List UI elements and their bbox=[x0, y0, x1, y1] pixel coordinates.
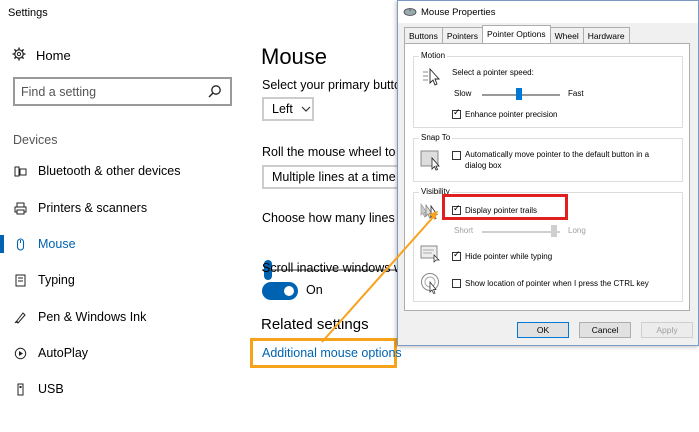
long-label: Long bbox=[568, 226, 586, 235]
primary-button-value: Left bbox=[272, 102, 293, 116]
sidebar-item-label: AutoPlay bbox=[38, 346, 89, 360]
sidebar-item-mouse[interactable]: Mouse bbox=[0, 229, 240, 259]
tab-hardware[interactable]: Hardware bbox=[582, 27, 630, 43]
speed-slider-thumb[interactable] bbox=[516, 88, 522, 100]
dialog-titlebar: Mouse Properties bbox=[398, 1, 698, 23]
slow-label: Slow bbox=[454, 89, 472, 98]
chevron-down-icon bbox=[301, 106, 311, 112]
search-input[interactable] bbox=[15, 79, 205, 104]
autoplay-icon bbox=[13, 346, 27, 360]
sidebar-item-autoplay[interactable]: AutoPlay bbox=[0, 338, 240, 368]
home-nav-item[interactable]: Home bbox=[12, 47, 71, 64]
pointer-location-icon bbox=[420, 272, 442, 299]
pen-icon bbox=[13, 310, 27, 324]
motion-group-label: Motion bbox=[419, 51, 448, 60]
inactive-scroll-toggle[interactable] bbox=[262, 282, 298, 300]
scroll-mode-dropdown[interactable]: Multiple lines at a time bbox=[262, 165, 400, 189]
trail-length-slider-thumb[interactable] bbox=[551, 225, 557, 237]
speed-label: Select a pointer speed: bbox=[452, 68, 534, 77]
trail-length-slider-track[interactable] bbox=[482, 231, 560, 233]
hide-pointer-label: Hide pointer while typing bbox=[465, 252, 553, 261]
sidebar-item-label: Bluetooth & other devices bbox=[38, 164, 181, 178]
inactive-scroll-label: Scroll inactive windows when I hover ove… bbox=[262, 261, 400, 275]
sidebar-item-label: Printers & scanners bbox=[38, 201, 148, 215]
page-title: Mouse bbox=[261, 44, 328, 69]
sidebar-item-label: Mouse bbox=[38, 237, 76, 251]
gear-icon bbox=[12, 47, 26, 64]
home-label: Home bbox=[36, 48, 71, 63]
tab-buttons[interactable]: Buttons bbox=[404, 27, 443, 43]
inactive-scroll-state: On bbox=[306, 283, 323, 297]
sidebar: Home Devices Bluetooth & other devices P… bbox=[0, 30, 240, 432]
sidebar-item-label: Pen & Windows Ink bbox=[38, 310, 147, 324]
sidebar-item-label: Typing bbox=[38, 273, 75, 287]
primary-button-dropdown[interactable]: Left bbox=[262, 97, 314, 121]
sidebar-item-bluetooth[interactable]: Bluetooth & other devices bbox=[0, 156, 240, 186]
usb-icon bbox=[13, 382, 27, 396]
snap-to-label-line1: Automatically move pointer to the defaul… bbox=[465, 150, 650, 159]
sidebar-item-label: USB bbox=[38, 382, 64, 396]
short-label: Short bbox=[454, 226, 474, 235]
search-icon[interactable] bbox=[208, 84, 222, 98]
snap-to-group-label: Snap To bbox=[419, 133, 453, 142]
sidebar-item-printers[interactable]: Printers & scanners bbox=[0, 193, 240, 223]
related-settings-title: Related settings bbox=[261, 316, 369, 333]
additional-mouse-options-highlight: Additional mouse options bbox=[250, 338, 402, 368]
snap-to-group: Snap To Automatically move pointer to th… bbox=[413, 133, 683, 182]
hide-pointer-icon bbox=[420, 245, 442, 268]
mouse-icon bbox=[13, 237, 27, 251]
window-title: Settings bbox=[8, 7, 48, 19]
snap-to-label-line2: dialog box bbox=[465, 161, 502, 170]
mouse-icon bbox=[403, 7, 417, 17]
scroll-wheel-label: Roll the mouse wheel to scroll bbox=[262, 145, 400, 159]
hide-pointer-checkbox[interactable] bbox=[452, 250, 461, 261]
snap-to-icon bbox=[420, 149, 442, 176]
printer-icon bbox=[13, 201, 27, 215]
tab-pointers[interactable]: Pointers bbox=[441, 27, 484, 43]
sidebar-item-usb[interactable]: USB bbox=[0, 374, 240, 404]
ok-button[interactable]: OK bbox=[517, 322, 569, 338]
cancel-button[interactable]: Cancel bbox=[579, 322, 631, 338]
primary-button-label: Select your primary button bbox=[262, 78, 400, 92]
fast-label: Fast bbox=[568, 89, 584, 98]
pointer-options-panel: Motion Select a pointer speed: Slow Fast… bbox=[404, 43, 690, 311]
tab-pointer-options[interactable]: Pointer Options bbox=[482, 25, 551, 43]
mouse-settings-pane: Mouse Select your primary button Left Ro… bbox=[250, 30, 400, 432]
show-location-label: Show location of pointer when I press th… bbox=[465, 279, 649, 288]
enhance-precision-checkbox[interactable] bbox=[452, 108, 461, 119]
keyboard-icon bbox=[13, 273, 27, 287]
search-box bbox=[13, 77, 232, 106]
apply-button[interactable]: Apply bbox=[641, 322, 693, 338]
dialog-tabs: Buttons Pointers Pointer Options Wheel H… bbox=[404, 25, 630, 44]
sidebar-item-typing[interactable]: Typing bbox=[0, 265, 240, 295]
snap-to-checkbox[interactable] bbox=[452, 151, 461, 160]
lines-to-scroll-label: Choose how many lines to scroll each tim… bbox=[262, 211, 400, 225]
show-location-checkbox[interactable] bbox=[452, 279, 461, 288]
keyboard-devices-icon bbox=[13, 164, 27, 178]
dialog-title: Mouse Properties bbox=[421, 6, 496, 18]
mouse-properties-dialog: Mouse Properties Buttons Pointers Pointe… bbox=[397, 0, 699, 346]
devices-section-label: Devices bbox=[13, 133, 58, 147]
motion-group: Motion Select a pointer speed: Slow Fast… bbox=[413, 51, 683, 128]
pointer-trails-highlight bbox=[442, 194, 568, 220]
pointer-speed-icon bbox=[422, 67, 444, 92]
enhance-precision-label: Enhance pointer precision bbox=[465, 110, 558, 119]
sidebar-item-pen[interactable]: Pen & Windows Ink bbox=[0, 302, 240, 332]
scroll-mode-value: Multiple lines at a time bbox=[272, 170, 396, 184]
pointer-trails-icon bbox=[418, 201, 442, 228]
tab-wheel[interactable]: Wheel bbox=[549, 27, 584, 43]
additional-mouse-options-link[interactable]: Additional mouse options bbox=[262, 346, 402, 360]
